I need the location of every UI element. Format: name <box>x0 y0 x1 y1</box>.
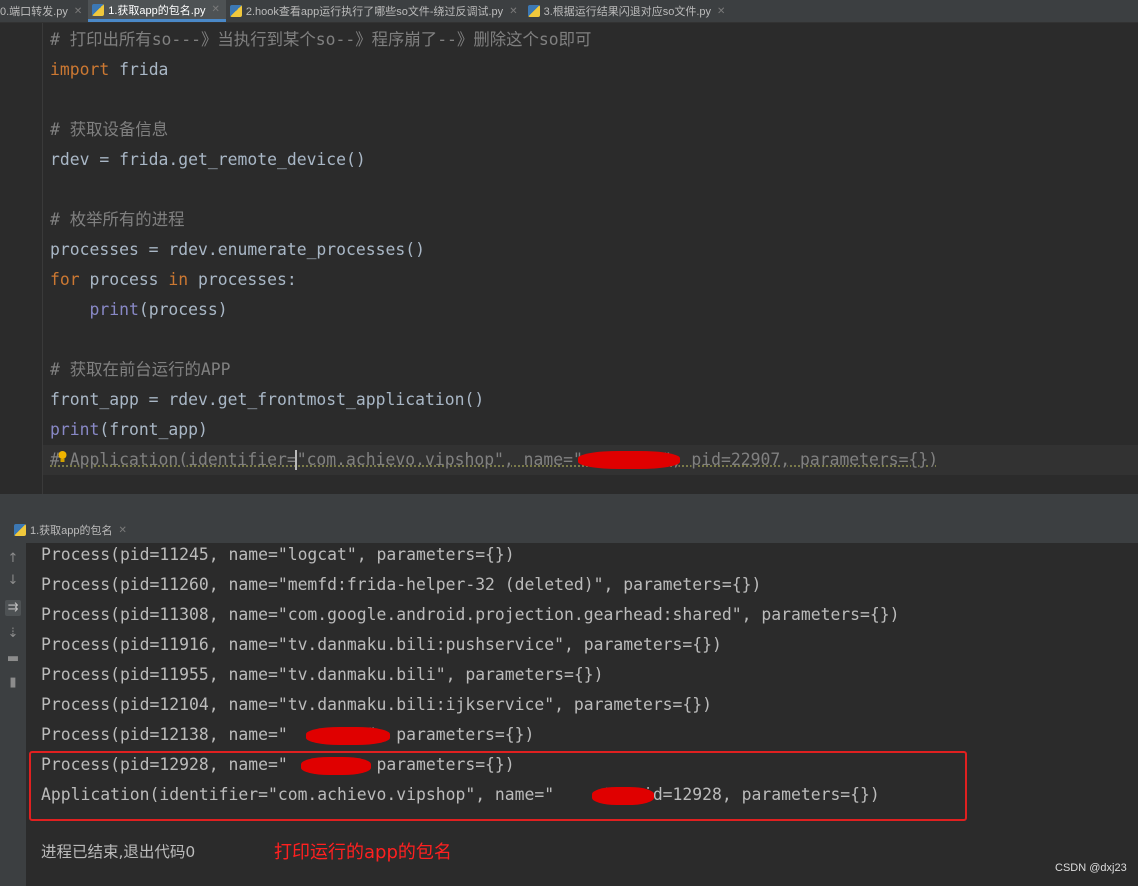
panel-splitter[interactable] <box>0 494 1138 517</box>
run-toolbar: ↑ ↓ ⇉ ⇣ ▬ ▮ <box>0 543 26 886</box>
code-line: for process in processes: <box>50 270 297 289</box>
code-line: processes = rdev.enumerate_processes() <box>50 240 425 259</box>
python-file-icon <box>14 524 26 536</box>
soft-wrap-icon[interactable]: ⇉ <box>5 600 21 616</box>
code-line: print(front_app) <box>50 420 208 439</box>
tab-label: 3.根据运行结果闪退对应so文件.py <box>543 6 712 18</box>
run-console[interactable]: Process(pid=11245, name="logcat", parame… <box>26 543 1138 886</box>
redaction-mark <box>306 727 390 745</box>
code-line: import frida <box>50 60 169 79</box>
tab-hook-so-files[interactable]: 2.hook查看app运行执行了哪些so文件-绕过反调试.py ✕ <box>226 0 524 22</box>
tab-crash-so-files[interactable]: 3.根据运行结果闪退对应so文件.py ✕ <box>524 0 732 22</box>
console-line: Process(pid=11260, name="memfd:frida-hel… <box>41 575 762 594</box>
console-line: Process(pid=12138, name=" ", parameters=… <box>41 725 535 744</box>
code-editor[interactable]: # 打印出所有so---》当执行到某个so--》程序崩了--》删除这个so即可 … <box>0 23 1138 494</box>
tab-label: 0.端口转发.py <box>0 6 68 18</box>
code-line: # 打印出所有so---》当执行到某个so--》程序崩了--》删除这个so即可 <box>50 30 592 49</box>
editor-tab-bar: 0.端口转发.py ✕ 1.获取app的包名.py ✕ 2.hook查看app运… <box>0 0 1138 23</box>
code-line: # Application(identifier="com.achievo.vi… <box>50 450 939 469</box>
print-icon[interactable]: ▬ <box>5 651 21 667</box>
code-line: # 获取设备信息 <box>50 120 169 139</box>
code-line: front_app = rdev.get_frontmost_applicati… <box>50 390 485 409</box>
code-line: # 枚举所有的进程 <box>50 210 185 229</box>
trash-icon[interactable]: ▮ <box>5 675 21 691</box>
text-caret <box>295 450 297 470</box>
lightbulb-icon[interactable] <box>58 451 67 463</box>
tab-label: 2.hook查看app运行执行了哪些so文件-绕过反调试.py <box>245 6 504 18</box>
console-line: Process(pid=11955, name="tv.danmaku.bili… <box>41 665 604 684</box>
python-file-icon <box>92 3 105 16</box>
highlight-box <box>29 751 967 821</box>
run-tab-label: 1.获取app的包名 <box>30 525 113 537</box>
console-line: Process(pid=11308, name="com.google.andr… <box>41 605 900 624</box>
exit-message: 进程已结束,退出代码0 <box>41 843 196 861</box>
scroll-up-icon[interactable]: ↑ <box>5 551 21 567</box>
watermark: CSDN @dxj23 <box>1055 862 1127 874</box>
console-line: Process(pid=12104, name="tv.danmaku.bili… <box>41 695 713 714</box>
code-line: # 获取在前台运行的APP <box>50 360 231 379</box>
scroll-down-icon[interactable]: ↓ <box>5 573 21 589</box>
python-file-icon <box>527 5 540 17</box>
tab-get-package-name[interactable]: 1.获取app的包名.py ✕ <box>88 0 226 22</box>
line-gutter <box>0 23 43 494</box>
close-icon[interactable]: ✕ <box>717 6 725 17</box>
annotation-text: 打印运行的app的包名 <box>274 842 452 863</box>
close-icon[interactable]: ✕ <box>74 6 82 17</box>
tab-label: 1.获取app的包名.py <box>108 4 206 17</box>
console-line: Process(pid=11916, name="tv.danmaku.bili… <box>41 635 722 654</box>
close-icon[interactable]: ✕ <box>509 6 517 17</box>
console-line: Process(pid=11245, name="logcat", parame… <box>41 545 515 564</box>
scroll-to-end-icon[interactable]: ⇣ <box>5 626 21 642</box>
code-line: rdev = frida.get_remote_device() <box>50 150 366 169</box>
python-file-icon <box>229 5 242 17</box>
redaction-mark <box>578 451 680 469</box>
tab-port-forward[interactable]: 0.端口转发.py ✕ <box>0 0 88 22</box>
code-line: print(process) <box>89 300 228 319</box>
close-icon[interactable]: ✕ <box>211 4 219 15</box>
close-icon[interactable]: ✕ <box>119 525 127 536</box>
